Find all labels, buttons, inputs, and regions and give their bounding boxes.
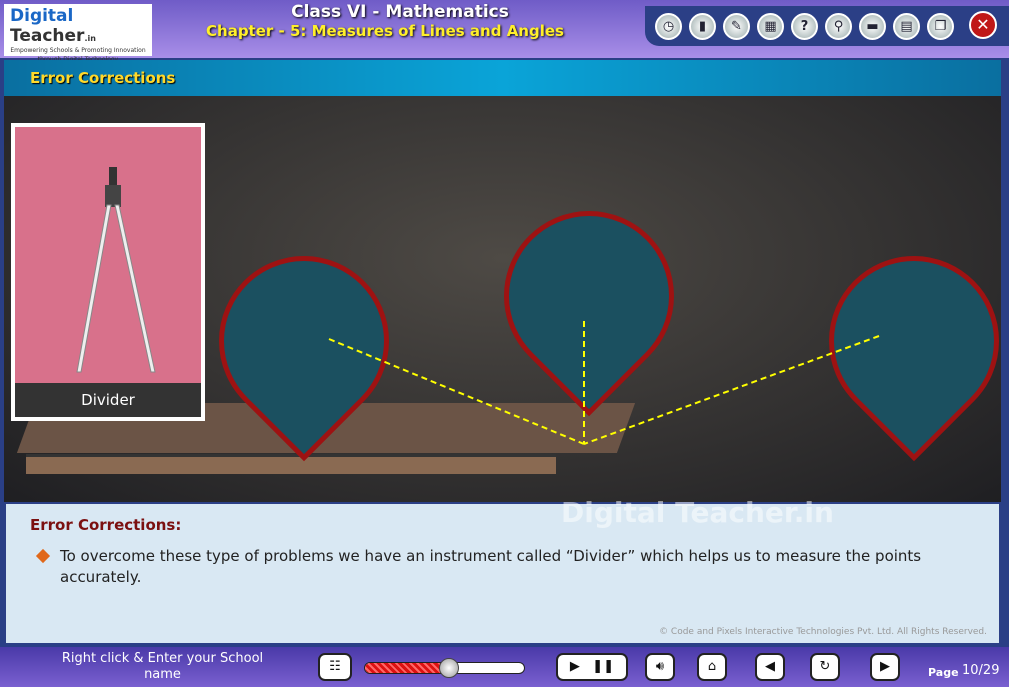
clock-icon: ◷ (662, 19, 675, 34)
card-label: Divider (15, 383, 201, 417)
pencil-button[interactable]: ✎ (723, 13, 750, 40)
speaker-icon: 🔊︎ (655, 659, 665, 674)
home-icon: ⌂ (707, 659, 717, 674)
logo-brand: Digital (10, 6, 74, 26)
footer-bar: Right click & Enter your School name ☷ ▶… (0, 647, 1009, 687)
book-icon: ▮ (698, 19, 707, 34)
previous-icon: ◀ (765, 659, 775, 674)
content-text: To overcome these type of problems we ha… (60, 547, 922, 586)
next-icon: ▶ (880, 659, 890, 674)
stage: Error Corrections Divider Digital Teache… (4, 60, 1001, 645)
search-icon: ⚲ (833, 19, 844, 34)
volume-button[interactable]: 🔊︎ (645, 653, 675, 681)
sitemap-icon: ☷ (329, 659, 341, 674)
watermark: Digital Teacher.in (561, 496, 834, 529)
illustration: Divider (4, 96, 1001, 502)
logo-suffix: .in (84, 34, 96, 43)
content-heading: Error Corrections: (30, 516, 182, 534)
pencil-icon: ✎ (731, 19, 742, 34)
section-title: Error Corrections (4, 60, 1001, 96)
bullet-icon (35, 548, 51, 564)
logo: Digital Teacher.in Empowering Schools & … (4, 4, 152, 63)
close-button[interactable]: ✕ (969, 11, 997, 39)
dictionary-button[interactable]: ▬ (859, 13, 886, 40)
clock-button[interactable]: ◷ (655, 13, 682, 40)
book-button[interactable]: ▮ (689, 13, 716, 40)
window-icon: ❐ (934, 19, 947, 34)
divider-card: Divider (11, 123, 205, 421)
notes-icon: ▤ (900, 19, 913, 34)
window-button[interactable]: ❐ (927, 13, 954, 40)
page-label: Page (928, 666, 959, 679)
logo-brand-2: Teacher (10, 26, 85, 46)
progress-slider-handle[interactable] (439, 658, 460, 678)
copyright: © Code and Pixels Interactive Technologi… (659, 627, 987, 637)
replay-button[interactable]: ↻ (810, 653, 840, 681)
page-number: 10/29 (962, 663, 1000, 678)
school-name[interactable]: Right click & Enter your School name (50, 651, 275, 683)
page-title: Class VI - Mathematics (291, 2, 509, 22)
sitemap-button[interactable]: ☷ (318, 653, 352, 681)
play-pause-button[interactable]: ▶ ❚❚ (556, 653, 628, 681)
previous-button[interactable]: ◀ (755, 653, 785, 681)
chapter-title: Chapter - 5: Measures of Lines and Angle… (206, 22, 564, 40)
calendar-button[interactable]: ▦ (757, 13, 784, 40)
play-icon: ▶ (569, 659, 580, 674)
search-button[interactable]: ⚲ (825, 13, 852, 40)
next-button[interactable]: ▶ (870, 653, 900, 681)
progress-fill (365, 663, 450, 673)
help-icon: ? (800, 19, 809, 34)
divider-icon (76, 167, 156, 373)
help-button[interactable]: ? (791, 13, 818, 40)
notes-button[interactable]: ▤ (893, 13, 920, 40)
top-bar: Digital Teacher.in Empowering Schools & … (0, 0, 1009, 63)
dictionary-icon: ▬ (866, 19, 879, 34)
pause-icon: ❚❚ (592, 659, 615, 674)
content-panel: Digital Teacher.in Error Corrections: To… (4, 496, 1001, 645)
toolbar: ◷ ▮ ✎ ▦? ⚲ ▬ ▤ ❐ (645, 6, 1009, 46)
calendar-icon: ▦ (764, 19, 777, 34)
home-button[interactable]: ⌂ (697, 653, 727, 681)
replay-icon: ↻ (819, 659, 831, 674)
